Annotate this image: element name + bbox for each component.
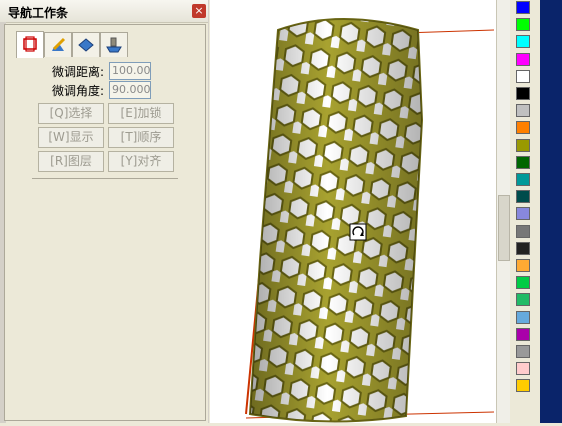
color-swatch[interactable] <box>516 207 530 221</box>
close-button[interactable]: × <box>192 4 206 18</box>
tab-edit[interactable] <box>44 32 72 57</box>
panel-titlebar[interactable]: 导航工作条 × <box>0 0 208 23</box>
panel-body <box>4 24 206 421</box>
show-button[interactable]: [W]显示 <box>38 127 104 148</box>
nanotube-model <box>245 18 495 423</box>
layer-tool-icon <box>106 37 122 53</box>
color-swatch[interactable] <box>516 35 530 49</box>
color-swatch[interactable] <box>516 155 530 169</box>
angle-field[interactable]: 90.000 <box>109 81 151 99</box>
diamond-view-icon <box>78 38 94 52</box>
select-button[interactable]: [Q]选择 <box>38 103 104 124</box>
order-button[interactable]: [T]顺序 <box>108 127 174 148</box>
color-swatch[interactable] <box>516 18 530 32</box>
rotate-cursor-icon <box>349 223 367 241</box>
viewport-scrollbar[interactable] <box>496 0 511 423</box>
tab-select[interactable] <box>16 31 44 58</box>
color-swatch[interactable] <box>516 190 530 204</box>
color-swatch[interactable] <box>516 104 530 118</box>
color-swatch[interactable] <box>516 241 530 255</box>
color-swatch[interactable] <box>516 52 530 66</box>
color-swatch[interactable] <box>516 69 530 83</box>
color-swatch[interactable] <box>516 310 530 324</box>
color-swatch[interactable] <box>516 276 530 290</box>
distance-label: 微调距离: <box>52 65 105 79</box>
cube-select-icon <box>23 36 37 52</box>
color-swatch[interactable] <box>516 259 530 272</box>
distance-field[interactable]: 100.00 <box>109 62 151 80</box>
navigation-panel: 导航工作条 × 微调距离: 100.00 微调角度: 90.000 [Q]选择 … <box>0 0 209 423</box>
panel-title: 导航工作条 <box>8 6 69 20</box>
tab-layer[interactable] <box>100 32 128 57</box>
tab-view[interactable] <box>72 32 100 57</box>
pencil-edit-icon <box>52 37 66 51</box>
color-swatch[interactable] <box>516 1 530 14</box>
layer-button[interactable]: [R]图层 <box>38 151 104 172</box>
panel-divider <box>32 178 178 179</box>
color-swatch[interactable] <box>516 362 530 376</box>
color-swatch[interactable] <box>516 379 530 393</box>
angle-label: 微调角度: <box>52 84 105 98</box>
color-swatch[interactable] <box>516 345 530 358</box>
lock-button[interactable]: [E]加锁 <box>108 103 174 124</box>
color-swatch[interactable] <box>516 327 530 341</box>
color-swatch[interactable] <box>516 121 530 135</box>
desktop-edge <box>540 0 562 423</box>
color-swatch[interactable] <box>516 293 530 307</box>
color-palette <box>510 0 540 423</box>
scrollbar-thumb[interactable] <box>498 195 510 261</box>
color-swatch[interactable] <box>516 224 530 238</box>
color-swatch[interactable] <box>516 138 530 152</box>
viewport-canvas[interactable] <box>210 0 496 423</box>
align-button[interactable]: [Y]对齐 <box>108 151 174 172</box>
color-swatch[interactable] <box>516 173 530 186</box>
color-swatch[interactable] <box>516 87 530 100</box>
